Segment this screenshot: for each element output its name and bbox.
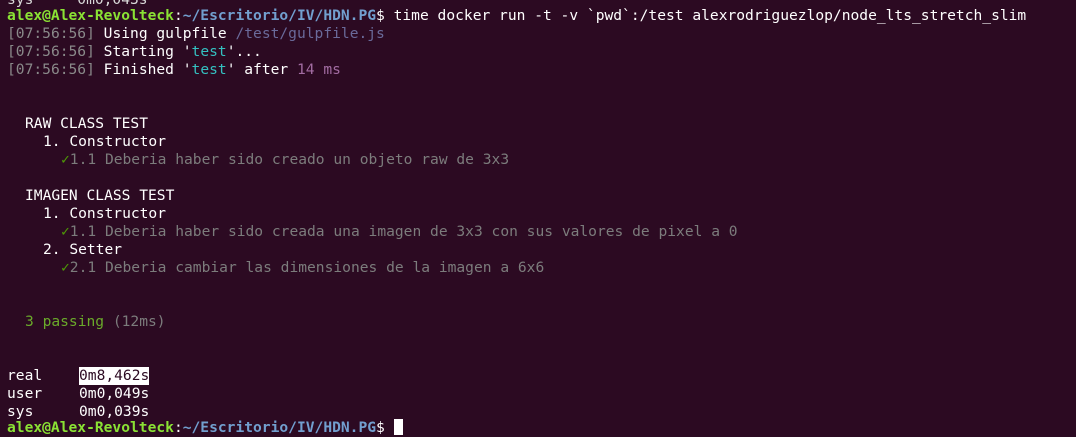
prompt-line[interactable]: alex@Alex-Revolteck:~/Escritorio/IV/HDN.… [7, 419, 403, 437]
describe-imagen-setter: 2. Setter [43, 241, 123, 258]
prompt-dollar: $ [376, 419, 385, 436]
suite-title-raw: RAW CLASS TEST [25, 115, 149, 132]
test-result-row: ✓2.1 Deberia cambiar las dimensiones de … [61, 259, 544, 277]
log-timestamp: 07:56:56 [15, 61, 87, 78]
task-name: test [191, 43, 227, 60]
timing-user: user 0m0,049s [7, 385, 149, 403]
prompt-user-host: alex@Alex-Revolteck [7, 419, 174, 436]
text-cursor[interactable] [393, 419, 403, 435]
terminal-window[interactable]: sys 0m0,043s alex@Alex-Revolteck:~/Escri… [0, 0, 1076, 437]
log-timestamp: 07:56:56 [15, 43, 87, 60]
prompt-colon: : [173, 419, 183, 436]
prompt-colon: : [173, 7, 183, 24]
prompt-path: ~/Escritorio/IV/HDN.PG [182, 7, 377, 24]
timing-value: 0m0,049s [79, 385, 150, 402]
gulp-log-line: [07:56:56] Finished 'test' after 14 ms [7, 61, 341, 78]
task-name: test [191, 61, 227, 78]
command-line: alex@Alex-Revolteck:~/Escritorio/IV/HDN.… [7, 7, 1026, 25]
test-name: 1.1 Deberia haber sido creado un objeto … [69, 151, 510, 168]
gulpfile-path: /test/gulpfile.js [235, 25, 385, 42]
gulp-log-line: [07:56:56] Using gulpfile /test/gulpfile… [7, 25, 385, 42]
suite-title-imagen: IMAGEN CLASS TEST [25, 187, 175, 204]
passing-count: 3 passing [25, 313, 105, 330]
timing-label: sys [7, 403, 34, 420]
timing-value-selected[interactable]: 0m8,462s [79, 367, 150, 385]
test-result-row: ✓1.1 Deberia haber sido creada una image… [61, 223, 738, 241]
timing-label: real [7, 367, 43, 384]
test-result-row: ✓1.1 Deberia haber sido creado un objeto… [61, 151, 509, 169]
check-icon: ✓ [61, 223, 70, 240]
describe-imagen-constructor: 1. Constructor [43, 205, 167, 222]
task-duration: 14 ms [297, 61, 341, 78]
prompt-dollar: $ [376, 7, 385, 24]
passing-time: (12ms) [104, 313, 166, 330]
test-name: 1.1 Deberia haber sido creada una imagen… [69, 223, 738, 240]
check-icon: ✓ [61, 151, 70, 168]
command-text: time docker run -t -v `pwd`:/test alexro… [384, 7, 1027, 24]
log-timestamp: 07:56:56 [15, 25, 87, 42]
check-icon: ✓ [61, 259, 70, 276]
timing-label: user [7, 385, 43, 402]
gulp-log-line: [07:56:56] Starting 'test'... [7, 43, 262, 60]
prompt-user-host: alex@Alex-Revolteck [7, 7, 174, 24]
prompt-path: ~/Escritorio/IV/HDN.PG [182, 419, 377, 436]
passing-summary: 3 passing (12ms) [25, 313, 166, 331]
timing-real: real 0m8,462s [7, 367, 150, 385]
describe-raw-constructor: 1. Constructor [43, 133, 167, 150]
test-name: 2.1 Deberia cambiar las dimensiones de l… [69, 259, 545, 276]
